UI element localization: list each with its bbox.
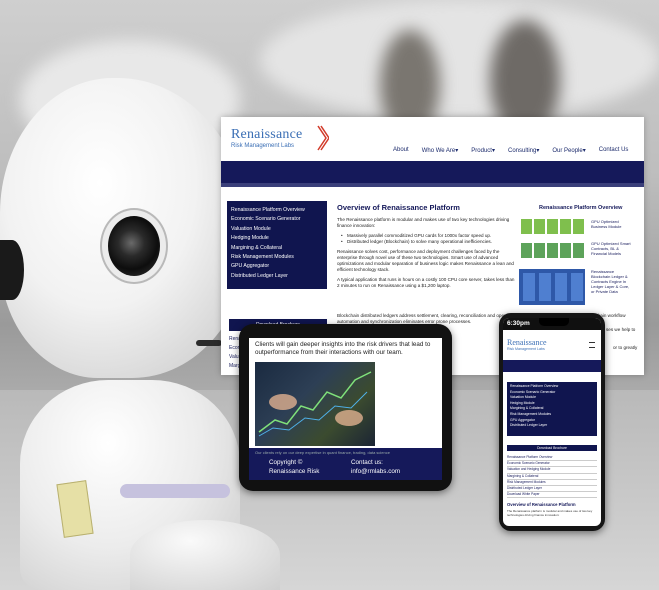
- sidebar-item-margining[interactable]: Margining & Collateral: [231, 244, 323, 253]
- sidebar-item-scenario-generator[interactable]: Economic Scenario Generator: [231, 215, 323, 224]
- sidebar-item-platform-overview[interactable]: Renaissance Platform Overview: [231, 206, 323, 215]
- diagram-label: GPU Optimized Smart Contracts, BL & Fina…: [591, 241, 631, 256]
- diagram-block: [560, 219, 571, 234]
- tablet-device: Clients will gain deeper insights into t…: [239, 324, 452, 491]
- diagram-block: [560, 243, 571, 258]
- diagram-block: [521, 243, 532, 258]
- diagram-block: [521, 219, 532, 234]
- top-nav: About Who We Are▾ Product▾ Consulting▾ O…: [393, 147, 641, 157]
- diagram-title: Renaissance Platform Overview: [539, 205, 623, 211]
- sidebar-menu: Renaissance Platform Overview Economic S…: [227, 201, 327, 289]
- robot-eye-left: [0, 240, 24, 300]
- contact-label: Contact us:: [351, 459, 383, 466]
- nav-consulting[interactable]: Consulting▾: [508, 147, 539, 157]
- phone-download-brochure-button[interactable]: Download Brochure: [507, 445, 597, 451]
- diagram-block: [571, 273, 583, 301]
- diagram-block: [534, 219, 545, 234]
- diagram-block: [547, 219, 558, 234]
- tablet-screen: Clients will gain deeper insights into t…: [249, 338, 442, 480]
- footer-line-text: Our clients rely on our deep expertise i…: [255, 450, 390, 455]
- company-name: Renaissance Risk: [269, 468, 320, 475]
- nav-product[interactable]: Product▾: [471, 147, 495, 157]
- logo-chevron-icon: [317, 125, 329, 151]
- diagram-block: [573, 243, 584, 258]
- phone-sidebar-menu: Renaissance Platform Overview Economic S…: [507, 382, 597, 436]
- contact-email-link[interactable]: info@rmlabs.com: [351, 467, 400, 476]
- diagram-block: [573, 219, 584, 234]
- diagram-label: Renaissance Blockchain Ledger & Contract…: [591, 269, 630, 294]
- header-band-accent: [221, 183, 644, 187]
- diagram-block: [534, 243, 545, 258]
- phone-device: 6:30pm Renaissance Risk Management Labs …: [499, 313, 605, 531]
- platform-diagram: GPU Optimized Business Module GPU Optimi…: [517, 213, 635, 313]
- phone-notch: [539, 318, 569, 326]
- robot-arm: [130, 520, 280, 590]
- bg-highlight: [260, 0, 659, 120]
- diagram-block: [555, 273, 567, 301]
- phone-logo-title[interactable]: Renaissance: [507, 338, 547, 347]
- finance-chart-photo: [255, 362, 375, 446]
- partial-text: ses we help to: [606, 327, 636, 332]
- phone-header-band: [503, 360, 601, 372]
- phone-link-item[interactable]: Download White Paper: [507, 492, 597, 499]
- nav-our-people[interactable]: Our People▾: [552, 147, 585, 157]
- tablet-footer: Our clients rely on our deep expertise i…: [249, 448, 442, 480]
- phone-page-heading: Overview of Renaissance Platform: [507, 502, 576, 507]
- diagram-block: [539, 273, 551, 301]
- nav-who-we-are[interactable]: Who We Are▾: [422, 147, 459, 157]
- body-paragraph: A typical application that runs in hours…: [337, 277, 515, 288]
- main-content: Overview of Renaissance Platform The Ren…: [337, 203, 517, 293]
- tablet-intro-text: Clients will gain deeper insights into t…: [255, 341, 431, 356]
- sidebar-item-risk-modules[interactable]: Risk Management Modules: [231, 253, 323, 262]
- status-time: 6:30pm: [507, 320, 530, 327]
- header-band: [221, 161, 644, 183]
- nav-contact-us[interactable]: Contact Us: [599, 147, 629, 157]
- phone-logo-subtitle: Risk Management Labs: [507, 347, 545, 351]
- phone-intro-paragraph: The Renaissance platform is modular and …: [507, 509, 593, 517]
- hamburger-menu-icon[interactable]: [589, 342, 595, 348]
- robot-mouth: [196, 340, 222, 346]
- chart-graphic-icon: [258, 371, 372, 437]
- page-heading: Overview of Renaissance Platform: [337, 203, 460, 212]
- phone-site-header: Renaissance Risk Management Labs: [503, 332, 601, 358]
- phone-screen: 6:30pm Renaissance Risk Management Labs …: [503, 318, 601, 526]
- sidebar-item-valuation[interactable]: Valuation Module: [231, 225, 323, 234]
- diagram-label: GPU Optimized Business Module: [591, 219, 622, 229]
- robot-light-strip: [120, 484, 230, 498]
- phone-link-list: Renaissance Platform Overview Economic S…: [507, 455, 597, 499]
- robot-eye: [108, 216, 160, 276]
- footer-copyright: Copyright © Renaissance Risk: [269, 458, 319, 476]
- sidebar-item-hedging[interactable]: Hedging Module: [231, 234, 323, 243]
- diagram-block: [523, 273, 535, 301]
- sidebar-item-ledger[interactable]: Distributed Ledger Layer: [231, 272, 323, 281]
- logo-title[interactable]: Renaissance: [231, 127, 302, 143]
- footer-contact: Contact us: info@rmlabs.com: [351, 458, 400, 476]
- diagram-block: [547, 243, 558, 258]
- sidebar-item-gpu-aggregator[interactable]: GPU Aggregator: [231, 262, 323, 271]
- nav-about[interactable]: About: [393, 147, 409, 157]
- bullet-item: Distributed ledger (Blockchain) to solve…: [337, 239, 517, 245]
- logo-subtitle: Risk Management Labs: [231, 143, 295, 149]
- intro-paragraph: The Renaissance platform is modular and …: [337, 217, 510, 228]
- copyright-label: Copyright ©: [269, 459, 303, 466]
- site-header: Renaissance Risk Management Labs About W…: [221, 117, 644, 157]
- phone-menu-item[interactable]: Distributed Ledger Layer: [510, 423, 594, 429]
- partial-text: or to greatly: [613, 345, 638, 350]
- body-paragraph: Renaissance solves cost, performance and…: [337, 249, 514, 272]
